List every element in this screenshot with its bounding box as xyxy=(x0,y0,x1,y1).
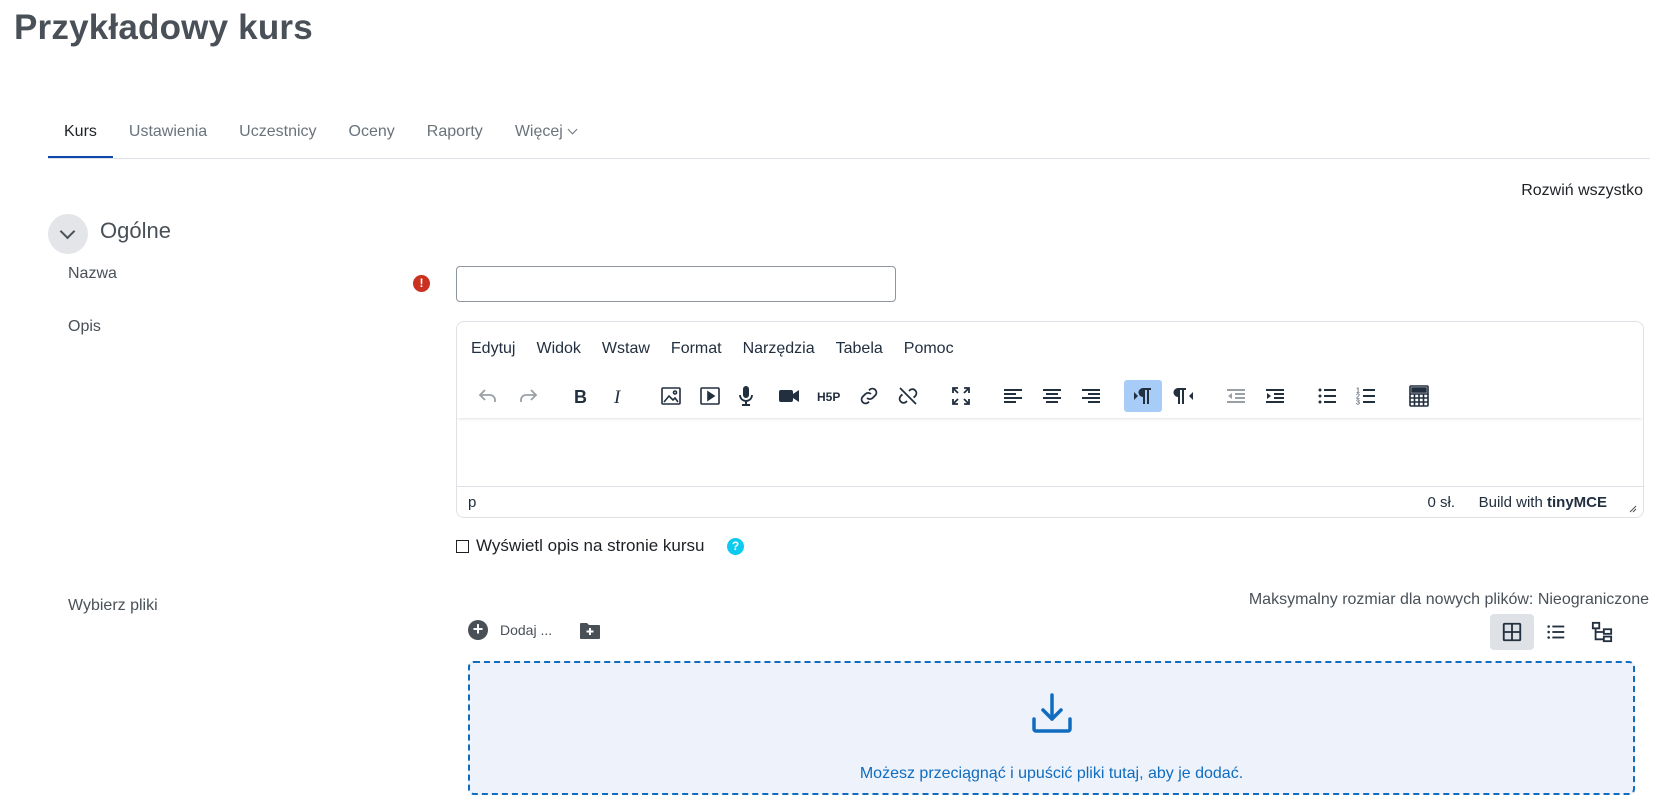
element-path[interactable]: p xyxy=(468,494,476,511)
tab-kurs[interactable]: Kurs xyxy=(48,110,113,158)
menu-insert[interactable]: Wstaw xyxy=(602,340,650,358)
svg-text:3: 3 xyxy=(1356,400,1360,407)
chevron-down-icon xyxy=(567,124,578,135)
svg-text:I: I xyxy=(613,387,622,408)
brand-name: tinyMCE xyxy=(1547,494,1607,511)
align-center-icon[interactable] xyxy=(1035,380,1069,412)
tab-uczestnicy[interactable]: Uczestnicy xyxy=(223,110,332,157)
editor-statusbar: p 0 sł. Build with tinyMCE xyxy=(457,486,1643,517)
svg-text:H5P: H5P xyxy=(817,390,840,404)
editor-content-area[interactable] xyxy=(457,420,1643,488)
video-icon[interactable] xyxy=(772,380,806,412)
list-view-icon[interactable] xyxy=(1534,614,1578,650)
h5p-icon[interactable]: H5P xyxy=(812,380,846,412)
redo-icon[interactable] xyxy=(511,380,545,412)
menu-view[interactable]: Widok xyxy=(536,340,580,358)
rtl-icon[interactable] xyxy=(1167,380,1201,412)
plus-circle-icon: + xyxy=(468,620,488,640)
menu-format[interactable]: Format xyxy=(671,340,722,358)
section-toggle-button[interactable] xyxy=(48,214,88,254)
create-folder-icon[interactable] xyxy=(578,619,602,643)
fullscreen-icon[interactable] xyxy=(944,380,978,412)
bullet-list-icon[interactable] xyxy=(1310,380,1344,412)
page-title: Przykładowy kurs xyxy=(14,8,313,47)
bold-icon[interactable]: B xyxy=(563,380,597,412)
add-file-button[interactable]: + Dodaj ... xyxy=(468,620,552,640)
grid-view-icon[interactable] xyxy=(1490,614,1534,650)
unlink-icon[interactable] xyxy=(891,380,925,412)
name-label: Nazwa xyxy=(68,265,117,282)
description-label: Opis xyxy=(68,318,101,335)
show-description-label[interactable]: Wyświetl opis na stronie kursu xyxy=(476,536,705,556)
brand-prefix: Build with xyxy=(1478,494,1543,511)
indent-icon[interactable] xyxy=(1258,380,1292,412)
ltr-icon[interactable] xyxy=(1124,380,1162,412)
show-description-checkbox[interactable] xyxy=(456,540,469,553)
download-icon xyxy=(1031,693,1072,733)
question-icon[interactable]: ? xyxy=(727,538,744,555)
editor-toolbar: B I H5P 123 xyxy=(457,374,1643,418)
outdent-icon[interactable] xyxy=(1219,380,1253,412)
align-right-icon[interactable] xyxy=(1074,380,1108,412)
max-size-info: Maksymalny rozmiar dla nowych plików: Ni… xyxy=(1248,591,1649,608)
microphone-icon[interactable] xyxy=(729,380,763,412)
exclamation-icon: ! xyxy=(413,275,430,292)
files-label: Wybierz pliki xyxy=(68,597,158,614)
tinymce-branding[interactable]: Build with tinyMCE xyxy=(1479,494,1607,511)
tab-raporty[interactable]: Raporty xyxy=(411,110,499,157)
expand-all-link[interactable]: Rozwiń wszystko xyxy=(1521,182,1643,200)
media-icon[interactable] xyxy=(693,380,727,412)
file-dropzone[interactable]: Możesz przeciągnąć i upuścić pliki tutaj… xyxy=(468,661,1635,795)
undo-icon[interactable] xyxy=(471,380,505,412)
menu-table[interactable]: Tabela xyxy=(836,340,883,358)
word-count[interactable]: 0 sł. xyxy=(1427,494,1455,511)
tab-oceny[interactable]: Oceny xyxy=(333,110,411,157)
numbered-list-icon[interactable]: 123 xyxy=(1349,380,1383,412)
italic-icon[interactable]: I xyxy=(602,380,636,412)
image-icon[interactable] xyxy=(654,380,688,412)
menu-edit[interactable]: Edytuj xyxy=(471,340,515,358)
dropzone-text: Możesz przeciągnąć i upuścić pliki tutaj… xyxy=(859,765,1244,782)
add-file-label: Dodaj ... xyxy=(500,622,553,638)
link-icon[interactable] xyxy=(852,380,886,412)
rich-text-editor: Edytuj Widok Wstaw Format Narzędzia Tabe… xyxy=(456,321,1644,518)
editor-menubar: Edytuj Widok Wstaw Format Narzędzia Tabe… xyxy=(471,340,975,358)
section-title: Ogólne xyxy=(100,218,171,243)
calculator-icon[interactable] xyxy=(1402,380,1436,412)
chevron-down-icon xyxy=(59,223,76,240)
resize-handle-icon[interactable] xyxy=(1627,503,1637,513)
name-input[interactable] xyxy=(456,266,896,302)
menu-help[interactable]: Pomoc xyxy=(904,340,954,358)
align-left-icon[interactable] xyxy=(996,380,1030,412)
menu-tools[interactable]: Narzędzia xyxy=(743,340,815,358)
tab-wiecej[interactable]: Więcej xyxy=(499,110,592,157)
course-tabs: Kurs Ustawienia Uczestnicy Oceny Raporty… xyxy=(48,110,1650,159)
svg-text:B: B xyxy=(574,387,587,407)
tree-view-icon[interactable] xyxy=(1580,614,1624,650)
tab-wiecej-label: Więcej xyxy=(514,123,563,140)
tab-ustawienia[interactable]: Ustawienia xyxy=(113,110,223,157)
